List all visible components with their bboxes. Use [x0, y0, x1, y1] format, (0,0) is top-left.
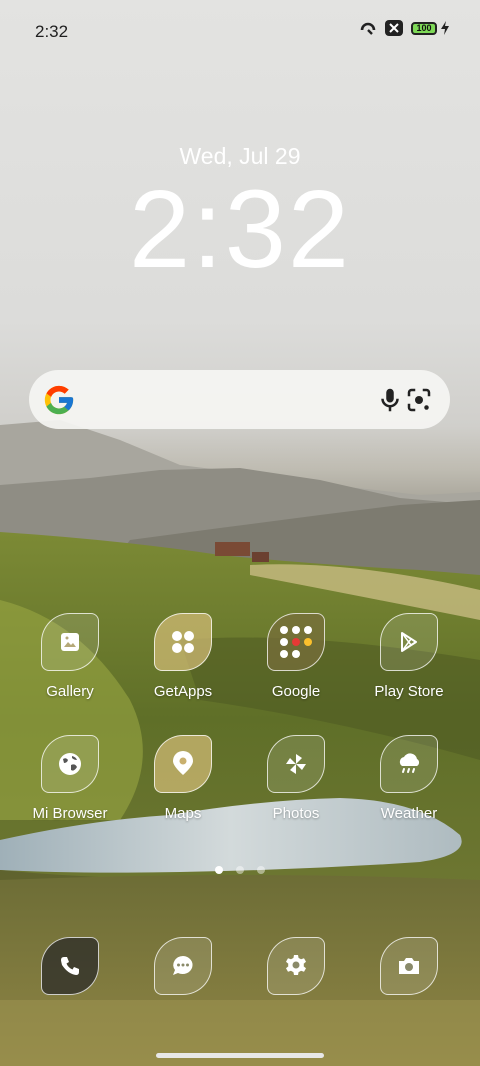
- page-dot-2[interactable]: [236, 866, 244, 874]
- app-label: Weather: [380, 805, 438, 822]
- app-label: GetApps: [153, 683, 213, 700]
- close-box-icon: [385, 20, 403, 36]
- google-folder-icon: [267, 613, 325, 671]
- settings-gear-icon: [267, 937, 325, 995]
- app-gallery[interactable]: Gallery: [20, 613, 120, 700]
- gallery-icon: [41, 613, 99, 671]
- google-search-bar[interactable]: [29, 370, 450, 429]
- app-label: Google: [271, 683, 321, 700]
- app-label: Maps: [164, 805, 202, 822]
- dock-settings[interactable]: [246, 937, 346, 995]
- dock-messages[interactable]: [133, 937, 233, 995]
- page-indicator[interactable]: [0, 866, 480, 874]
- pinwheel-icon: [267, 735, 325, 793]
- app-label: Mi Browser: [32, 805, 108, 822]
- app-google-folder[interactable]: Google: [246, 613, 346, 700]
- app-maps[interactable]: Maps: [133, 735, 233, 822]
- status-time: 2:32: [35, 22, 69, 41]
- status-bar: 2:32 100: [0, 0, 480, 62]
- page-dot-3[interactable]: [257, 866, 265, 874]
- battery-icon: 100: [411, 21, 450, 35]
- app-label: Gallery: [46, 683, 94, 700]
- app-label: Photos: [272, 805, 320, 822]
- getapps-icon: [154, 613, 212, 671]
- dock-phone[interactable]: [20, 937, 120, 995]
- google-g-icon: [44, 385, 74, 415]
- app-label: Play Store: [374, 683, 444, 700]
- weather-cloud-icon: [380, 735, 438, 793]
- charging-bolt-icon: [441, 21, 449, 35]
- app-play-store[interactable]: Play Store: [359, 613, 459, 700]
- microphone-icon[interactable]: [375, 385, 405, 415]
- globe-icon: [41, 735, 99, 793]
- page-dot-1[interactable]: [215, 866, 223, 874]
- app-getapps[interactable]: GetApps: [133, 613, 233, 700]
- app-weather[interactable]: Weather: [359, 735, 459, 822]
- play-store-icon: [380, 613, 438, 671]
- status-icons: 100: [359, 20, 450, 36]
- messages-icon: [154, 937, 212, 995]
- clock-widget[interactable]: 2:32: [0, 175, 480, 285]
- date-label[interactable]: Wed, Jul 29: [0, 143, 480, 170]
- dock-camera[interactable]: [359, 937, 459, 995]
- home-gesture-bar[interactable]: [156, 1053, 324, 1058]
- app-mi-browser[interactable]: Mi Browser: [20, 735, 120, 822]
- google-lens-icon[interactable]: [404, 385, 434, 415]
- data-sync-icon: [360, 22, 376, 35]
- battery-level: 100: [411, 21, 437, 35]
- phone-icon: [41, 937, 99, 995]
- app-photos[interactable]: Photos: [246, 735, 346, 822]
- camera-icon: [380, 937, 438, 995]
- maps-pin-icon: [154, 735, 212, 793]
